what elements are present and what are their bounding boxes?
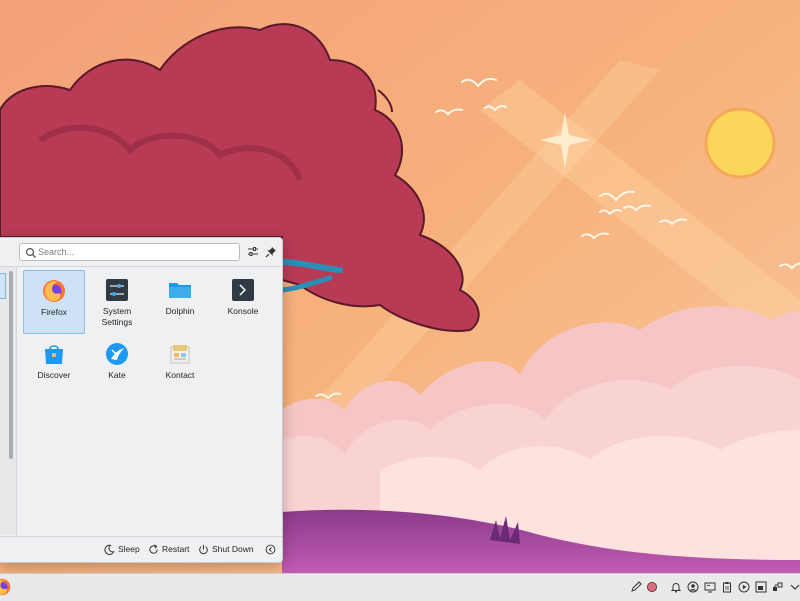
app-tile-kate[interactable]: Kate [86,334,148,398]
sidebar-scrollbar[interactable] [9,271,13,459]
pen-icon[interactable] [630,581,642,593]
session-footer: Sleep Restart Shut Down [0,537,282,562]
app-label: Kontact [165,370,195,380]
application-launcher: Firefox System Settings Dolphin [0,237,283,563]
expand-tray-icon[interactable] [789,581,800,593]
leave-menu-button[interactable] [265,542,276,556]
taskbar-panel [0,573,800,601]
pin-button[interactable] [263,244,279,260]
header-divider [0,266,282,267]
chevron-left-circle-icon [265,544,276,554]
network-icon[interactable] [772,581,784,593]
window-overview-icon[interactable] [755,581,767,593]
konsole-terminal-icon [232,279,254,301]
app-label: Firefox [41,307,67,317]
app-label: Discover [37,370,71,380]
app-label: Kate [108,370,126,380]
shutdown-button[interactable]: Shut Down [198,542,254,556]
app-label: Konsole [227,306,259,316]
sliders-icon [248,247,258,256]
shutdown-label: Shut Down [212,544,254,554]
search-icon [25,247,37,259]
configure-button[interactable] [245,244,261,260]
pin-icon [265,247,276,258]
sleep-icon [104,544,115,555]
dolphin-folder-icon [169,283,191,298]
sleep-button[interactable]: Sleep [104,542,140,556]
app-label: Dolphin [165,306,195,316]
discover-store-icon [45,345,63,364]
display-configuration-icon[interactable] [704,581,716,593]
app-tile-konsole[interactable]: Konsole [212,270,274,334]
app-tile-discover[interactable]: Discover [23,334,85,398]
restart-label: Restart [162,544,190,554]
firefox-taskbar-icon[interactable] [0,578,11,596]
notifications-bell-icon[interactable] [670,581,682,593]
app-label: System Settings [101,306,133,327]
media-player-icon[interactable] [738,581,750,593]
kontact-icon [170,345,190,364]
firefox-icon [43,280,65,302]
search-field[interactable] [19,243,240,261]
power-icon [199,544,208,554]
system-settings-icon [106,279,128,301]
app-tile-kontact[interactable]: Kontact [149,334,211,398]
category-selected[interactable] [0,273,6,299]
category-sidebar [0,267,17,535]
app-tile-dolphin[interactable]: Dolphin [149,270,211,334]
sleep-label: Sleep [118,544,140,554]
clipboard-icon[interactable] [721,581,733,593]
user-account-icon[interactable] [687,581,699,593]
search-input[interactable] [38,244,233,260]
restart-button[interactable]: Restart [148,542,189,556]
kate-editor-icon [106,343,128,365]
app-tile-system-settings[interactable]: System Settings [86,270,148,334]
launcher-header [0,238,282,266]
restart-icon [149,543,158,554]
app-tile-firefox[interactable]: Firefox [23,270,85,334]
color-picker-icon[interactable] [646,581,658,593]
